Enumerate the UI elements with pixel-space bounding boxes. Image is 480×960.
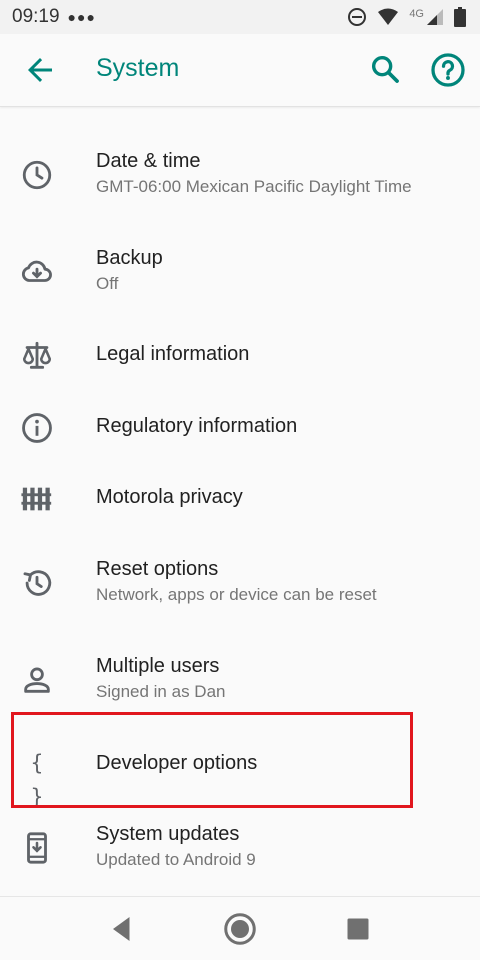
- setting-legal-information[interactable]: Legal information: [0, 341, 480, 381]
- setting-title: Backup: [96, 247, 163, 269]
- setting-motorola-privacy[interactable]: Motorola privacy: [0, 484, 480, 524]
- phone-update-icon: [27, 832, 47, 864]
- fence-icon: [21, 487, 52, 511]
- setting-subtitle: Signed in as Dan: [96, 682, 226, 701]
- setting-regulatory-information[interactable]: Regulatory information: [0, 413, 480, 453]
- network-type: 4G: [409, 8, 424, 20]
- nav-back-icon[interactable]: [104, 911, 140, 947]
- person-icon: [24, 667, 50, 693]
- setting-title: Reset options: [96, 558, 219, 580]
- nav-overview-icon[interactable]: [340, 911, 376, 947]
- help-icon[interactable]: [430, 52, 466, 88]
- setting-title: Multiple users: [96, 655, 220, 677]
- setting-reset-options[interactable]: Reset options Network, apps or device ca…: [0, 556, 480, 626]
- status-bar: 09:19 ●●● 4G: [0, 0, 480, 34]
- nav-home-icon[interactable]: [222, 911, 258, 947]
- clock-icon: [22, 160, 52, 190]
- setting-title: Developer options: [96, 752, 258, 774]
- setting-developer-options[interactable]: { } Developer options: [0, 750, 480, 809]
- setting-system-updates[interactable]: System updates Updated to Android 9: [0, 821, 480, 891]
- history-icon: [23, 570, 52, 596]
- setting-multiple-users[interactable]: Multiple users Signed in as Dan: [0, 653, 480, 723]
- setting-subtitle: Off: [96, 274, 119, 293]
- do-not-disturb-icon: [348, 8, 367, 26]
- cloud-download-icon: [21, 260, 52, 282]
- setting-title: System updates: [96, 823, 240, 845]
- setting-title: Date & time: [96, 150, 201, 172]
- more-notifications-icon: ●●●: [67, 9, 96, 25]
- braces-icon: { }: [30, 751, 44, 809]
- battery-icon: [454, 7, 466, 27]
- app-bar: System: [0, 34, 480, 107]
- wifi-icon: [378, 8, 399, 25]
- setting-date-time[interactable]: Date & time GMT-06:00 Mexican Pacific Da…: [0, 148, 480, 218]
- setting-backup[interactable]: Backup Off: [0, 245, 480, 315]
- setting-title: Regulatory information: [96, 415, 298, 437]
- navigation-bar: [0, 896, 480, 960]
- status-time: 09:19: [12, 6, 60, 27]
- setting-subtitle: GMT-06:00 Mexican Pacific Daylight Time: [96, 177, 412, 196]
- page-title: System: [96, 54, 180, 82]
- signal-icon: [427, 9, 443, 25]
- scales-icon: [22, 341, 52, 369]
- setting-subtitle: Updated to Android 9: [96, 850, 256, 869]
- setting-subtitle: Network, apps or device can be reset: [96, 585, 377, 604]
- search-icon[interactable]: [368, 52, 402, 86]
- setting-title: Motorola privacy: [96, 486, 243, 508]
- back-arrow-icon[interactable]: [22, 52, 58, 88]
- setting-title: Legal information: [96, 343, 250, 365]
- info-icon: [22, 413, 52, 443]
